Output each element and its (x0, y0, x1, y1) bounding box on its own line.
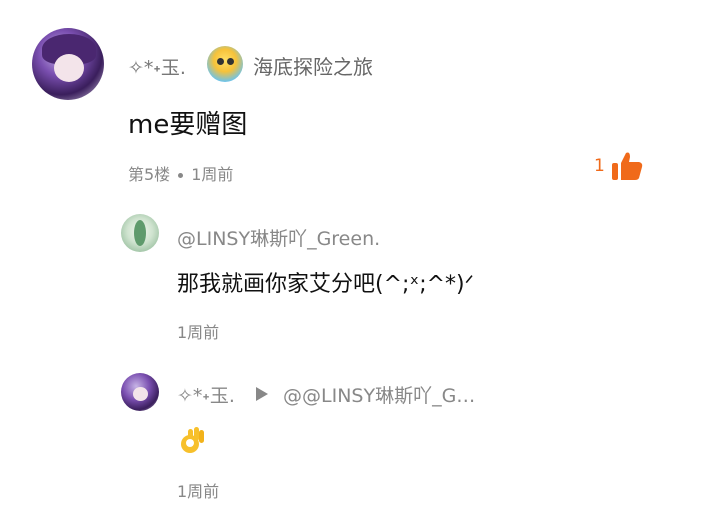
avatar-leaf (134, 220, 146, 246)
comment-time: 1周前 (191, 165, 234, 184)
reply-text: 那我就画你家艾分吧(^;ˣ;^*)ᐟ (177, 272, 474, 297)
group-badge-icon[interactable] (207, 46, 243, 82)
ok-hand-emoji-icon (181, 427, 204, 453)
reply-avatar[interactable] (121, 214, 159, 252)
reply-author-name[interactable]: ✧*˖玉. (177, 381, 235, 408)
badge-eye-right (227, 58, 234, 65)
reply-to-name[interactable]: @@LINSY琳斯吖_G… (283, 381, 475, 408)
avatar-face (54, 54, 84, 82)
comment-text: me要赠图 (128, 110, 248, 140)
group-title[interactable]: 海底探险之旅 (253, 51, 373, 80)
reply-avatar[interactable] (121, 373, 159, 411)
reply-arrow-icon (256, 387, 268, 401)
badge-eye-left (217, 58, 224, 65)
reply-author-name[interactable]: @LINSY琳斯吖_Green. (177, 224, 380, 251)
reply-time: 1周前 (177, 482, 220, 501)
thumbs-up-icon[interactable] (610, 150, 644, 182)
reply-time: 1周前 (177, 323, 220, 342)
comment-meta: 第5楼 1周前 (128, 161, 233, 185)
separator-dot (178, 173, 184, 178)
author-avatar[interactable] (32, 28, 104, 100)
like-count: 1 (594, 156, 605, 176)
avatar-face (133, 387, 148, 401)
comment-author-name[interactable]: ✧*˖玉. (128, 53, 186, 80)
floor-label: 第5楼 (128, 165, 171, 184)
